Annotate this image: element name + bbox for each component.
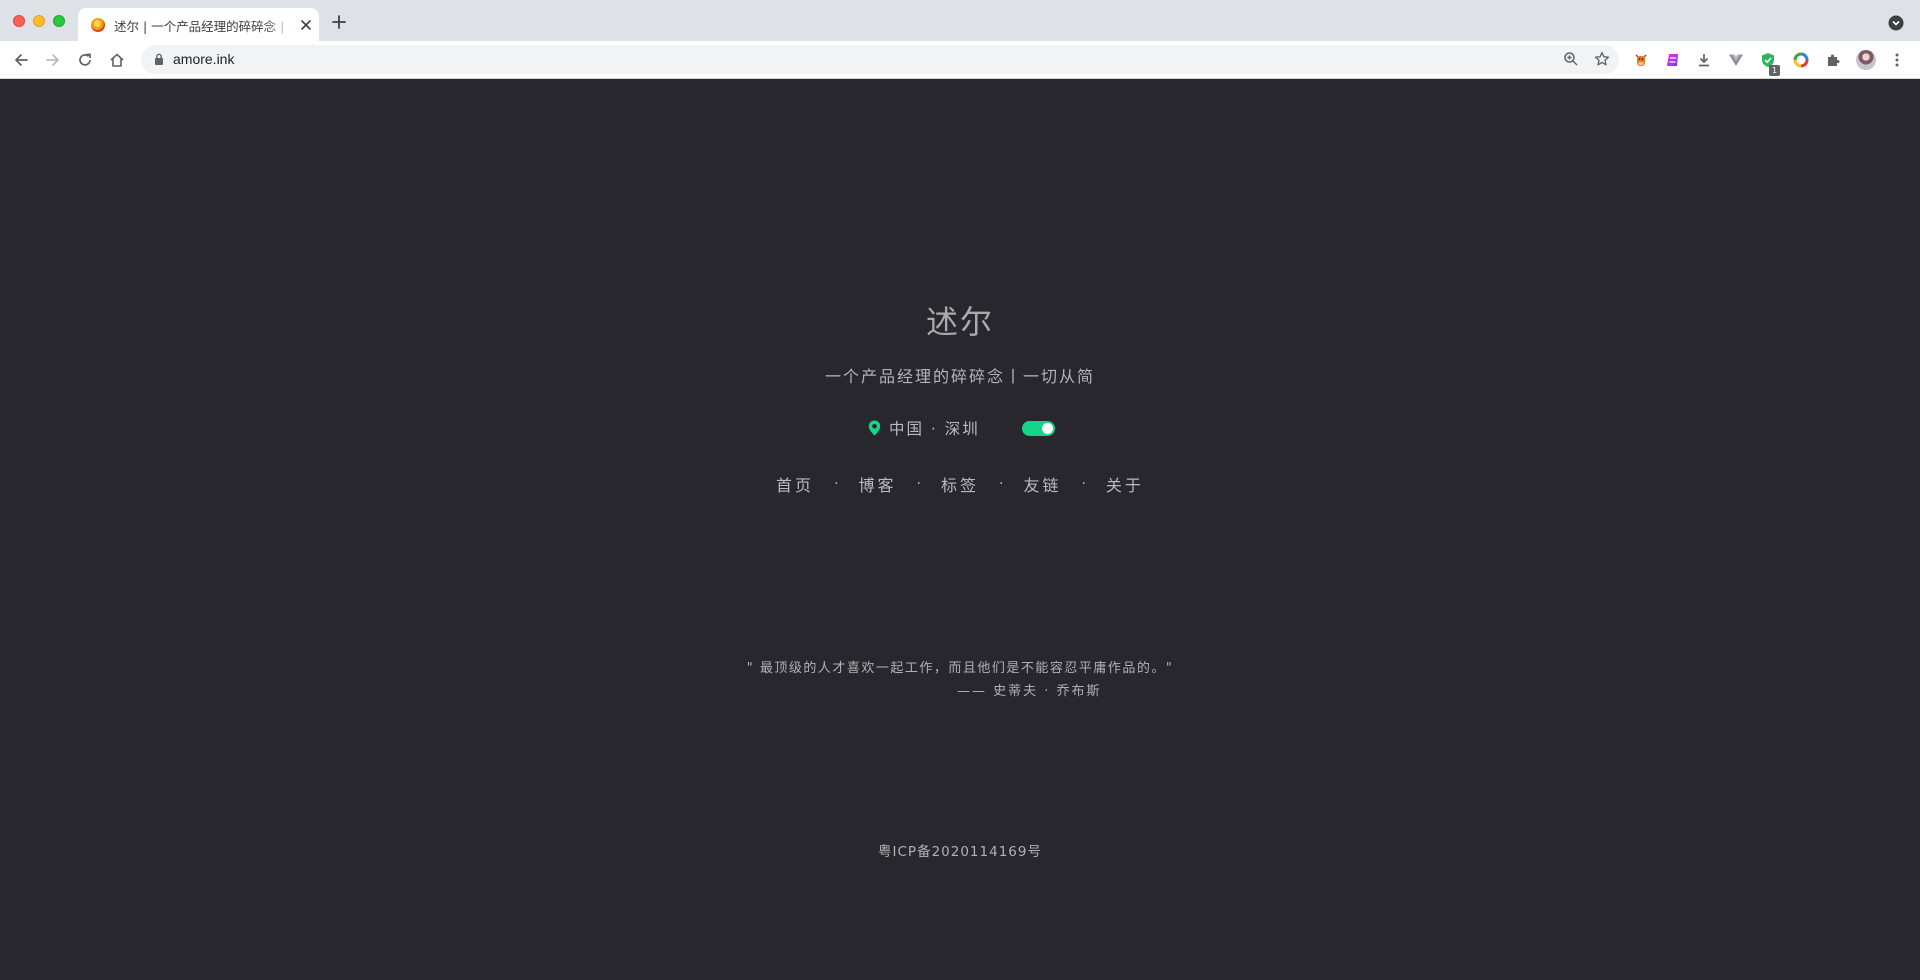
extensions-puzzle-icon[interactable]: [1824, 51, 1842, 69]
home-button[interactable]: [107, 50, 127, 70]
location-pin-icon: [868, 420, 881, 436]
nav-separator: ·: [834, 476, 839, 492]
url-text: amore.ink: [173, 51, 235, 67]
icp-link[interactable]: 粤ICP备2020114169号: [0, 840, 1920, 860]
browser-toolbar: amore.ink 1: [0, 41, 1920, 79]
theme-toggle[interactable]: [1022, 421, 1055, 436]
minimize-window-button[interactable]: [33, 15, 45, 27]
main-nav: 首页 · 博客 · 标签 · 友链 · 关于: [0, 472, 1920, 496]
lock-icon[interactable]: [154, 53, 164, 65]
nav-tags[interactable]: 标签: [941, 472, 979, 496]
reload-icon: [79, 53, 91, 66]
nav-separator: ·: [999, 476, 1004, 492]
site-tagline: 一个产品经理的碎碎念丨一切从简: [824, 367, 1095, 386]
nav-blog[interactable]: 博客: [859, 472, 897, 496]
tab-title: 述尔 | 一个产品经理的碎碎念 | 一切从简: [114, 19, 292, 34]
address-bar[interactable]: amore.ink: [141, 45, 1619, 74]
back-button[interactable]: [11, 50, 31, 70]
profile-avatar[interactable]: [1856, 50, 1876, 70]
extension-gradient-icon[interactable]: [1664, 51, 1682, 69]
tab-close-icon[interactable]: [299, 18, 313, 32]
forward-arrow-icon: [46, 54, 59, 66]
bookmark-star-icon[interactable]: [1594, 51, 1610, 67]
nav-separator: ·: [1081, 476, 1086, 492]
reload-button[interactable]: [75, 50, 95, 70]
location-text: 中国 · 深圳: [889, 420, 980, 438]
maximize-window-button[interactable]: [53, 15, 65, 27]
zoom-icon[interactable]: [1563, 51, 1579, 67]
location: 中国 · 深圳: [868, 417, 980, 439]
active-tab[interactable]: 述尔 | 一个产品经理的碎碎念 | 一切从简: [78, 8, 319, 41]
new-tab-icon[interactable]: [332, 15, 346, 29]
browser-menu-icon[interactable]: [1888, 51, 1906, 69]
quote-author: —— 史蒂夫 · 乔布斯: [957, 684, 1102, 699]
toggle-knob: [1042, 423, 1053, 434]
forward-button[interactable]: [43, 50, 63, 70]
home-icon: [110, 53, 124, 67]
tab-search-icon[interactable]: [1888, 15, 1904, 31]
tab-strip: 述尔 | 一个产品经理的碎碎念 | 一切从简: [0, 0, 1920, 41]
nav-home[interactable]: 首页: [776, 472, 814, 496]
site-favicon-icon: [91, 18, 105, 32]
quote-text: " 最顶级的人才喜欢一起工作，而且他们是不能容忍平庸作品的。": [746, 661, 1174, 676]
site-title: 述尔: [925, 303, 994, 341]
download-icon[interactable]: [1695, 51, 1713, 69]
extension-badge: 1: [1769, 65, 1780, 76]
extension-vue-icon[interactable]: [1727, 51, 1745, 69]
nav-about[interactable]: 关于: [1106, 472, 1144, 496]
back-arrow-icon: [15, 54, 28, 66]
page-content: 述尔 一个产品经理的碎碎念丨一切从简 中国 · 深圳 首页 · 博客 · 标签 …: [0, 79, 1920, 980]
close-window-button[interactable]: [13, 15, 25, 27]
browser-window: 述尔 | 一个产品经理的碎碎念 | 一切从简: [0, 0, 1920, 980]
nav-separator: ·: [916, 476, 921, 492]
extension-cow-icon[interactable]: [1632, 51, 1650, 69]
extension-ring-icon[interactable]: [1792, 51, 1810, 69]
nav-links[interactable]: 友链: [1023, 472, 1061, 496]
